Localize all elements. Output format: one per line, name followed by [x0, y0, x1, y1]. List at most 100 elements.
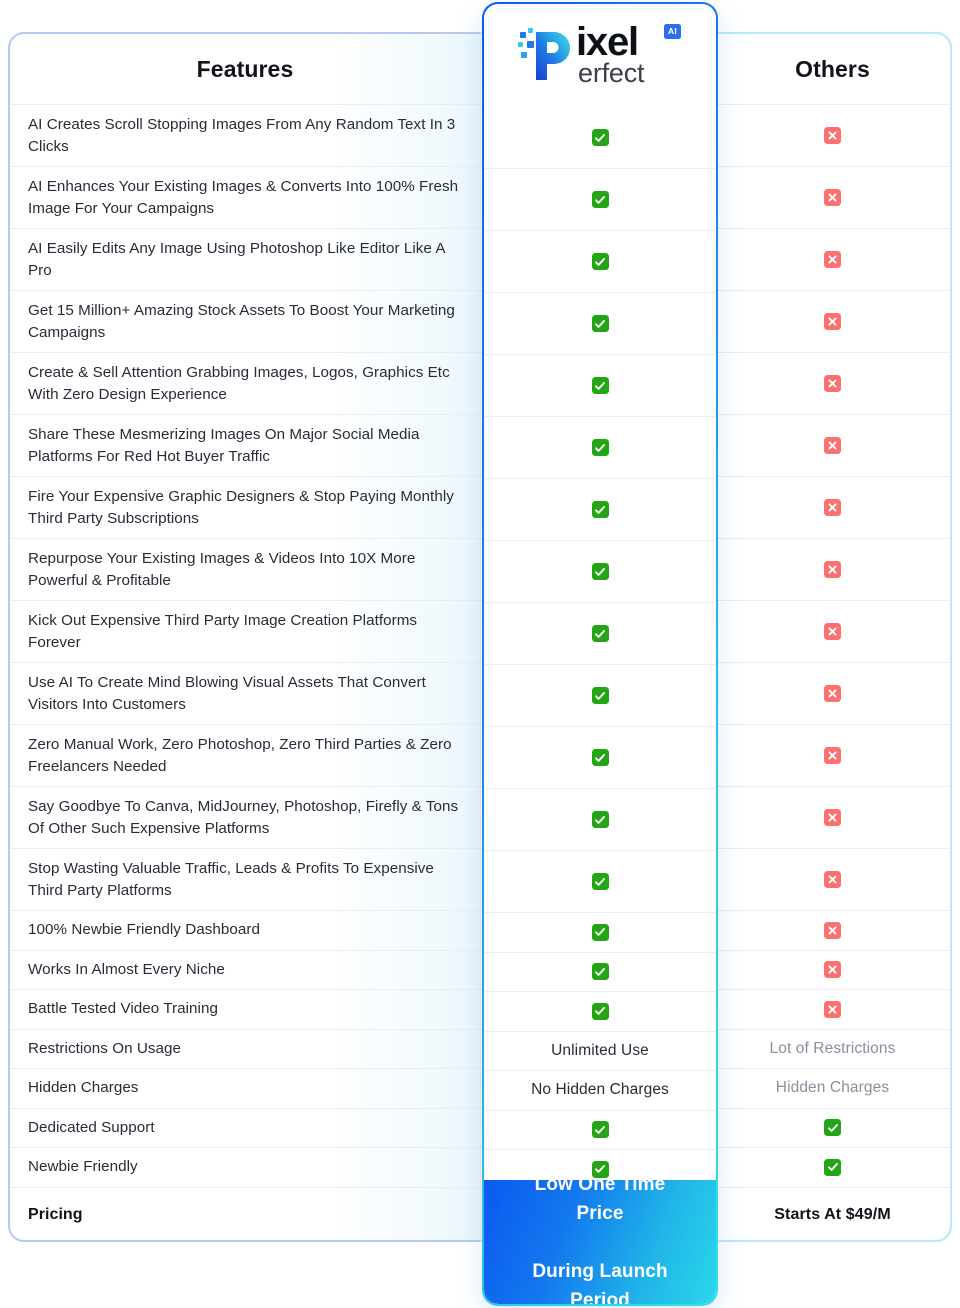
feature-cell: Dedicated Support: [10, 1109, 480, 1148]
table-row: AI Creates Scroll Stopping Images From A…: [10, 105, 950, 167]
feature-cell: Pricing: [10, 1188, 480, 1243]
feature-label: Kick Out Expensive Third Party Image Cre…: [28, 611, 418, 651]
cross-icon: [824, 437, 841, 454]
check-icon: [591, 923, 609, 941]
others-cell: Hidden Charges: [715, 1069, 950, 1108]
table-row: AI Easily Edits Any Image Using Photosho…: [10, 229, 950, 291]
feature-label: Say Goodbye To Canva, MidJourney, Photos…: [28, 797, 459, 837]
check-icon: [591, 501, 609, 518]
feature-label: Share These Mesmerizing Images On Major …: [28, 425, 420, 465]
comparison-grid: Features Others AI Creates Scroll Stoppi…: [10, 34, 950, 1243]
others-cell: [715, 990, 950, 1029]
product-cell: [484, 169, 716, 231]
others-cell: [715, 1148, 950, 1187]
check-icon: [591, 811, 609, 828]
feature-cell: 100% Newbie Friendly Dashboard: [10, 911, 480, 950]
feature-cell: Newbie Friendly: [10, 1148, 480, 1187]
product-value: Unlimited Use: [551, 1041, 649, 1059]
table-row: Fire Your Expensive Graphic Designers & …: [10, 477, 950, 539]
others-cell: [715, 951, 950, 990]
feature-label: Use AI To Create Mind Blowing Visual Ass…: [28, 673, 426, 713]
table-row: AI Enhances Your Existing Images & Conve…: [10, 167, 950, 229]
check-icon: [824, 1158, 841, 1176]
cross-icon: [824, 1000, 841, 1018]
cross-icon: [824, 189, 841, 206]
table-row: Dedicated Support: [10, 1109, 950, 1148]
highlighted-product-card: ixel AI erfect Unlimited Use No Hidden Ch…: [482, 2, 718, 1306]
cross-icon: [824, 499, 841, 516]
pixel-p-logo-icon: [514, 24, 576, 91]
others-cell: [715, 477, 950, 538]
product-card-inner: ixel AI erfect Unlimited Use No Hidden Ch…: [484, 4, 716, 1304]
others-cell: [715, 663, 950, 724]
check-icon: [591, 129, 609, 146]
others-cell: [715, 787, 950, 848]
table-row: Create & Sell Attention Grabbing Images,…: [10, 353, 950, 415]
product-column-cells: Unlimited Use No Hidden Charges: [484, 107, 716, 1190]
cross-icon: [824, 747, 841, 764]
check-icon: [591, 749, 609, 766]
others-cell: [715, 725, 950, 786]
product-cell: [484, 293, 716, 355]
check-icon: [591, 563, 609, 580]
others-cell: [715, 1109, 950, 1148]
cross-icon: [824, 313, 841, 330]
table-row: Battle Tested Video Training: [10, 990, 950, 1030]
cross-icon: [824, 561, 841, 578]
feature-label: 100% Newbie Friendly Dashboard: [28, 921, 260, 939]
table-row: Get 15 Million+ Amazing Stock Assets To …: [10, 291, 950, 353]
others-column-title: Others: [795, 55, 870, 82]
check-icon: [591, 315, 609, 332]
header-cell-features: Features: [10, 34, 480, 104]
others-cell: [715, 167, 950, 228]
product-cell: [484, 665, 716, 727]
table-row: Kick Out Expensive Third Party Image Cre…: [10, 601, 950, 663]
table-row: 100% Newbie Friendly Dashboard: [10, 911, 950, 951]
others-cell: [715, 911, 950, 950]
feature-label: Newbie Friendly: [28, 1158, 138, 1176]
product-cell: [484, 603, 716, 665]
features-column-title: Features: [196, 55, 294, 82]
feature-label: AI Enhances Your Existing Images & Conve…: [28, 177, 459, 217]
table-row: Zero Manual Work, Zero Photoshop, Zero T…: [10, 725, 950, 787]
product-cell: [484, 789, 716, 851]
table-row: Repurpose Your Existing Images & Videos …: [10, 539, 950, 601]
table-row: Restrictions On Usage Lot of Restrictions: [10, 1030, 950, 1069]
others-cell: [715, 415, 950, 476]
check-icon: [591, 625, 609, 642]
header-cell-others: Others: [715, 34, 950, 104]
feature-label: AI Creates Scroll Stopping Images From A…: [28, 115, 456, 155]
feature-label: Zero Manual Work, Zero Photoshop, Zero T…: [28, 735, 452, 775]
comparison-page: Features Others AI Creates Scroll Stoppi…: [0, 0, 960, 1308]
product-cell: [484, 727, 716, 789]
product-cell: [484, 541, 716, 603]
feature-cell: AI Enhances Your Existing Images & Conve…: [10, 167, 480, 228]
others-cell: [715, 353, 950, 414]
product-cell: [484, 417, 716, 479]
feature-label: Dedicated Support: [28, 1118, 155, 1136]
feature-label: Repurpose Your Existing Images & Videos …: [28, 549, 416, 589]
feature-cell: Hidden Charges: [10, 1069, 480, 1108]
feature-cell: Stop Wasting Valuable Traffic, Leads & P…: [10, 849, 480, 910]
table-header-row: Features Others: [10, 34, 950, 105]
feature-label: Pricing: [28, 1206, 83, 1223]
check-icon: [591, 873, 609, 890]
feature-cell: Share These Mesmerizing Images On Major …: [10, 415, 480, 476]
feature-label: Restrictions On Usage: [28, 1039, 181, 1057]
others-cell: [715, 229, 950, 290]
table-row: Use AI To Create Mind Blowing Visual Ass…: [10, 663, 950, 725]
feature-cell: AI Creates Scroll Stopping Images From A…: [10, 105, 480, 166]
table-row: Newbie Friendly: [10, 1148, 950, 1188]
check-icon: [591, 191, 609, 208]
feature-cell: Create & Sell Attention Grabbing Images,…: [10, 353, 480, 414]
product-cell: [484, 1111, 716, 1150]
others-cell: [715, 539, 950, 600]
table-row: Stop Wasting Valuable Traffic, Leads & P…: [10, 849, 950, 911]
product-cell: [484, 851, 716, 913]
cross-icon: [824, 809, 841, 826]
feature-label: Hidden Charges: [28, 1079, 139, 1097]
cross-icon: [824, 961, 841, 979]
feature-cell: Works In Almost Every Niche: [10, 951, 480, 990]
others-cell: Lot of Restrictions: [715, 1030, 950, 1069]
product-cell: [484, 231, 716, 293]
